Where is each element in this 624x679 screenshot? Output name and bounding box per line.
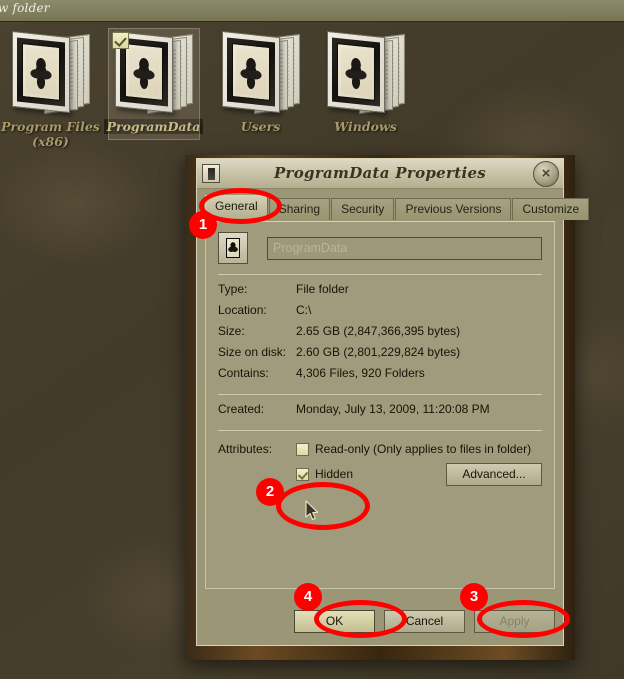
folder-icon xyxy=(323,28,409,116)
property-row-created: Created: Monday, July 13, 2009, 11:20:08… xyxy=(206,395,554,416)
readonly-checkbox[interactable] xyxy=(296,442,309,456)
property-value: Monday, July 13, 2009, 11:20:08 PM xyxy=(296,402,490,416)
desktop-icon-label: Users xyxy=(240,119,281,134)
desktop-icon-users[interactable]: Users xyxy=(208,28,313,134)
attribute-readonly-row: Attributes: Read-only (Only applies to f… xyxy=(218,439,542,459)
property-row-size: Size: 2.65 GB (2,847,366,395 bytes) xyxy=(206,317,554,338)
folder-thumbnail-icon xyxy=(218,232,248,264)
property-row-type: Type: File folder xyxy=(206,275,554,296)
property-value: 4,306 Files, 920 Folders xyxy=(296,366,425,380)
advanced-button[interactable]: Advanced... xyxy=(446,462,542,486)
dialog-title: ProgramData Properties xyxy=(273,164,487,182)
tab-security[interactable]: Security xyxy=(331,198,395,220)
property-key: Size: xyxy=(218,324,245,338)
annotation-ellipse-ok-button xyxy=(314,600,407,638)
general-tab-panel: ProgramData Type: File folder Location: … xyxy=(205,221,555,589)
annotation-badge-1: 1 xyxy=(189,211,217,239)
property-row-size-on-disk: Size on disk: 2.60 GB (2,801,229,824 byt… xyxy=(206,338,554,359)
desktop-icon-label: Windows xyxy=(334,119,397,134)
property-value: 2.65 GB (2,847,366,395 bytes) xyxy=(296,324,461,338)
annotation-ellipse-hidden-checkbox xyxy=(276,482,370,530)
tab-customize[interactable]: Customize xyxy=(512,198,590,220)
close-icon[interactable]: × xyxy=(533,161,559,187)
annotation-badge-3: 3 xyxy=(460,583,488,611)
dialog-titlebar[interactable]: ProgramData Properties × xyxy=(197,159,563,189)
property-value: File folder xyxy=(296,282,349,296)
folder-icon xyxy=(8,28,94,116)
property-key: Size on disk: xyxy=(218,345,287,359)
property-key: Created: xyxy=(218,402,265,416)
property-key: Location: xyxy=(218,303,267,317)
selection-checkbox-icon[interactable] xyxy=(112,32,129,49)
hidden-checkbox[interactable] xyxy=(296,467,309,481)
desktop-icon-windows[interactable]: Windows xyxy=(313,28,418,134)
attributes-label: Attributes: xyxy=(218,442,273,456)
toolbar-label: w folder xyxy=(0,1,50,15)
readonly-label: Read-only (Only applies to files in fold… xyxy=(315,442,532,456)
folder-icon xyxy=(218,28,304,116)
desktop-icon-program-files-x86[interactable]: Program Files (x86) xyxy=(0,28,103,149)
property-key: Type: xyxy=(218,282,248,296)
attributes-section: Attributes: Read-only (Only applies to f… xyxy=(206,431,554,486)
desktop-icon-programdata[interactable]: ProgramData xyxy=(101,28,206,140)
hidden-label: Hidden xyxy=(315,467,354,481)
annotation-badge-2: 2 xyxy=(256,478,284,506)
property-value: C:\ xyxy=(296,303,312,317)
tab-previous-versions[interactable]: Previous Versions xyxy=(395,198,512,220)
annotation-badge-4: 4 xyxy=(294,583,322,611)
desktop-icon-label: Program Files (x86) xyxy=(1,119,100,149)
folder-name-input[interactable]: ProgramData xyxy=(267,236,542,260)
property-key: Contains: xyxy=(218,366,269,380)
property-row-contains: Contains: 4,306 Files, 920 Folders xyxy=(206,359,554,380)
property-row-location: Location: C:\ xyxy=(206,296,554,317)
property-value: 2.60 GB (2,801,229,824 bytes) xyxy=(296,345,461,359)
folder-name-row: ProgramData xyxy=(206,222,554,264)
properties-dialog: ProgramData Properties × General Sharing… xyxy=(185,155,590,660)
explorer-toolbar: w folder xyxy=(0,0,624,22)
annotation-ellipse-apply-button xyxy=(477,600,570,638)
